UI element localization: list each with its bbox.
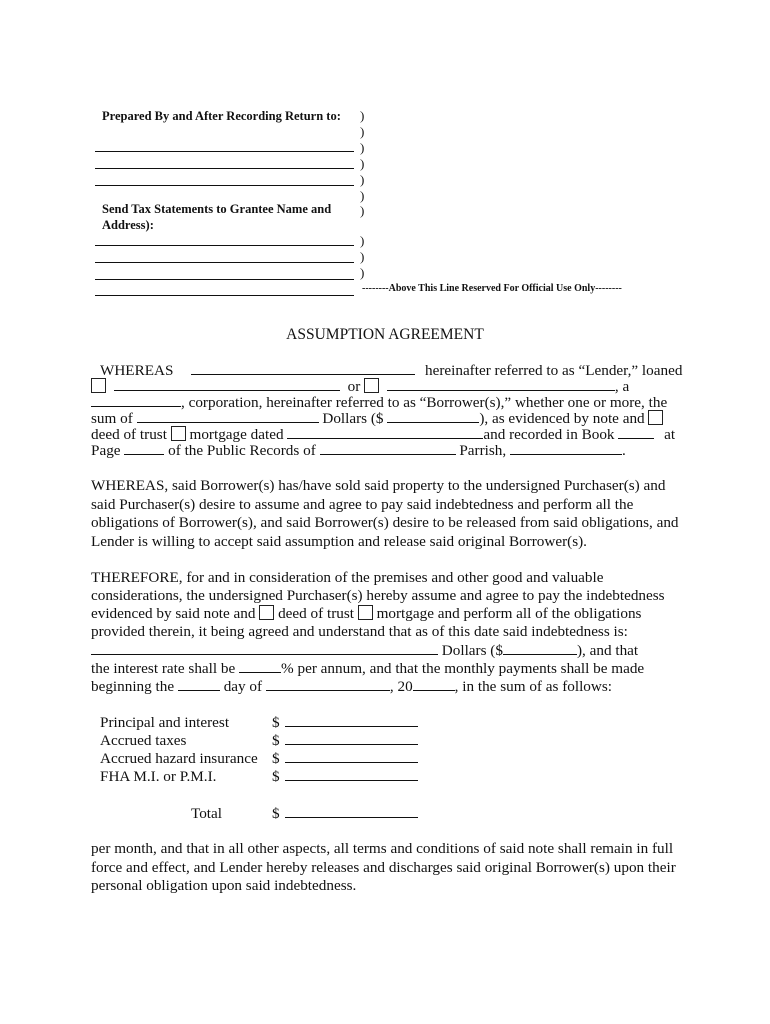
bracket-paren: ) [360,124,365,139]
therefore-line-1: THEREFORE, for and in consideration of t… [91,569,604,586]
send-tax-label-line-2: Address): [102,218,154,232]
payment-label: Accrued taxes [100,732,187,749]
deed-of-trust-checkbox-2[interactable] [259,605,275,620]
payment-row: Accrued hazard insurance $ [100,749,418,768]
bracket-paren: ) [360,108,365,123]
beginning-the-text: beginning the [91,678,175,695]
borrower-corporation-checkbox[interactable] [364,378,380,393]
grantee-address-line-2[interactable] [95,262,354,263]
mortgage-checkbox-2[interactable] [357,605,373,620]
evidenced-by-note-text: evidenced by said note and [91,605,256,622]
year-prefix-text: , 20 [389,678,413,695]
payment-row: Accrued taxes $ [100,731,418,750]
accrued-taxes-field[interactable] [284,731,418,745]
payment-year-field[interactable] [412,677,455,691]
return-to-line-3[interactable] [95,185,354,186]
currency-symbol: $ [272,750,280,767]
currency-symbol: $ [272,732,280,749]
therefore-line-6: the interest rate shall be % per annum, … [91,659,644,678]
whereas2-paragraph: WHEREAS, said Borrower(s) has/have sold … [91,477,679,550]
public-records-text: of the Public Records of [168,442,316,459]
mortgage-checkbox-1[interactable] [170,426,186,441]
send-tax-label-line-1: Send Tax Statements to Grantee Name and [102,202,332,216]
closing-paragraph: per month, and that in all other aspects… [91,840,676,894]
hazard-insurance-field[interactable] [284,749,418,763]
bracket-paren: ) [360,188,365,203]
lender-name-field[interactable] [191,361,416,375]
dollars-text-2: Dollars ($ [441,642,503,659]
sum-as-follows-text: , in the sum of as follows: [454,678,613,695]
bracket-paren: ) [360,140,365,155]
payment-month-field[interactable] [265,677,390,691]
mortgage-date-field[interactable] [287,425,484,439]
loan-amount-words-field[interactable] [136,409,319,423]
currency-symbol: $ [272,805,280,822]
principal-interest-field[interactable] [284,713,418,727]
page-text: Page [91,442,121,459]
grantee-address-line-4[interactable] [95,295,354,296]
therefore-line-3: evidenced by said note and deed of trust… [91,605,641,623]
per-annum-text: % per annum, and that the monthly paymen… [281,660,645,677]
payment-label: Principal and interest [100,714,230,731]
bracket-paren: ) [360,156,365,171]
prepared-by-label: Prepared By and After Recording Return t… [102,109,341,123]
indebtedness-number-field[interactable] [502,641,577,655]
and-that-text: ), and that [576,642,639,659]
borrower-individual-name-field[interactable] [113,377,340,391]
whereas1-line-6: Page of the Public Records of Parrish, . [91,441,626,460]
deed-of-trust-checkbox-1[interactable] [648,410,664,425]
therefore-line-5: Dollars ($ ), and that [91,641,638,660]
payment-row: Principal and interest $ [100,713,418,732]
official-use-notice: --------Above This Line Reserved For Off… [362,283,622,294]
bracket-paren: ) [360,249,365,264]
bracket-paren: ) [360,233,365,248]
therefore-line-4: provided therein, it being agreed and un… [91,623,628,640]
county-field[interactable] [319,441,456,455]
payment-label: Accrued hazard insurance [100,750,258,767]
payment-row: FHA M.I. or P.M.I. $ [100,767,418,786]
return-to-line-1[interactable] [95,151,354,152]
loan-amount-number-field[interactable] [387,409,480,423]
therefore-line-7: beginning the day of , 20 , in the sum of… [91,677,612,696]
return-to-line-2[interactable] [95,168,354,169]
currency-symbol: $ [272,714,280,731]
grantee-address-line-1[interactable] [95,245,354,246]
period-text: . [621,442,626,459]
parrish-field[interactable] [509,441,622,455]
book-number-field[interactable] [618,425,655,439]
currency-symbol: $ [272,768,280,785]
bracket-paren: ) [360,265,365,280]
payment-day-field[interactable] [177,677,220,691]
therefore-line-2: considerations, the undersigned Purchase… [91,587,665,604]
interest-rate-text: the interest rate shall be [91,660,236,677]
document-title: ASSUMPTION AGREEMENT [286,326,484,343]
payment-label: FHA M.I. or P.M.I. [100,768,217,785]
corporation-state-field[interactable] [91,393,181,407]
parrish-text: Parrish, [459,442,507,459]
total-label: Total [191,805,222,822]
borrower-corporation-name-field[interactable] [386,377,615,391]
indebtedness-words-field[interactable] [91,641,438,655]
total-field[interactable] [284,804,418,818]
at-text: at [664,426,676,443]
borrower-individual-checkbox[interactable] [91,378,106,393]
total-row: Total $ [100,804,418,823]
grantee-address-line-3[interactable] [95,279,354,280]
perform-obligations-text: mortgage and perform all of the obligati… [376,605,642,622]
interest-rate-field[interactable] [239,659,282,673]
bracket-paren: ) [360,203,365,218]
day-of-text: day of [223,678,263,695]
deed-of-trust-text-2: deed of trust [278,605,354,622]
fha-pmi-field[interactable] [284,767,418,781]
page-number-field[interactable] [124,441,165,455]
bracket-paren: ) [360,172,365,187]
